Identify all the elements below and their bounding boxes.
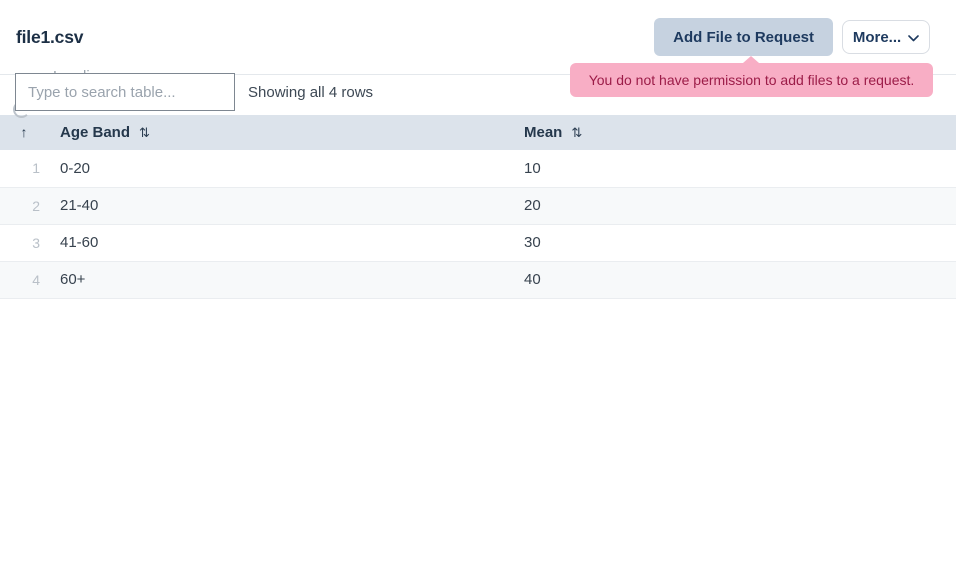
more-button[interactable]: More... [842, 20, 930, 54]
row-index: 1 [0, 150, 48, 187]
table-row: 3 41-60 30 [0, 224, 956, 261]
add-file-to-request-button[interactable]: Add File to Request [654, 18, 833, 56]
more-button-label: More... [853, 29, 901, 46]
table-header-row: ↑ Age Band ⇅ Mean ⇅ [0, 115, 956, 150]
cell-mean: 10 [512, 150, 956, 187]
cell-age-band: 0-20 [48, 150, 512, 187]
file-viewer-page: file1.csv Add File to Request More... Yo… [0, 0, 956, 299]
table-row: 4 60+ 40 [0, 261, 956, 298]
column-header-age-band[interactable]: Age Band ⇅ [48, 115, 512, 150]
index-column-header[interactable]: ↑ [0, 115, 48, 150]
sort-icon: ⇅ [571, 125, 582, 140]
cell-mean: 40 [512, 261, 956, 298]
column-label-age-band: Age Band [60, 124, 130, 141]
sort-icon: ⇅ [139, 125, 150, 140]
table-row: 2 21-40 20 [0, 187, 956, 224]
cell-age-band: 21-40 [48, 187, 512, 224]
cell-mean: 30 [512, 224, 956, 261]
sort-ascending-icon: ↑ [21, 124, 28, 140]
tooltip-arrow-icon [743, 56, 759, 63]
table-row: 1 0-20 10 [0, 150, 956, 187]
row-index: 2 [0, 187, 48, 224]
cell-age-band: 60+ [48, 261, 512, 298]
permission-tooltip: You do not have permission to add files … [570, 63, 933, 97]
tooltip-text: You do not have permission to add files … [589, 72, 915, 88]
row-index: 4 [0, 261, 48, 298]
search-input[interactable] [15, 73, 235, 111]
chevron-down-icon [908, 35, 919, 42]
file-title: file1.csv [16, 27, 83, 48]
cell-age-band: 41-60 [48, 224, 512, 261]
cell-mean: 20 [512, 187, 956, 224]
column-label-mean: Mean [524, 124, 562, 141]
row-count-status: Showing all 4 rows [248, 84, 373, 101]
row-index: 3 [0, 224, 48, 261]
csv-data-table: ↑ Age Band ⇅ Mean ⇅ 1 0-20 10 2 21-40 20 [0, 115, 956, 299]
column-header-mean[interactable]: Mean ⇅ [512, 115, 956, 150]
